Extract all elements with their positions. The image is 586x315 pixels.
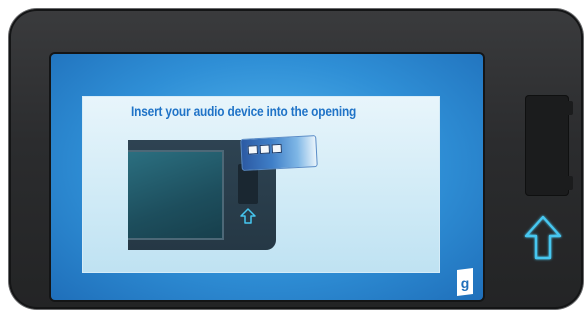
device-illustration-screen (128, 150, 224, 240)
card-chip (271, 143, 282, 154)
card-chip (259, 144, 271, 154)
slot-notch (565, 101, 573, 115)
card-chip (247, 145, 259, 155)
device-insert-slot[interactable] (525, 95, 573, 196)
audio-device-card-illustration (240, 135, 318, 171)
display-screen[interactable]: Insert your audio device into the openin… (51, 54, 483, 300)
arrow-up-icon[interactable] (522, 214, 564, 262)
arrow-up-icon (240, 208, 256, 224)
instruction-text: Insert your audio device into the openin… (131, 104, 357, 119)
brand-logo-icon: g (457, 268, 473, 296)
svg-text:g: g (461, 275, 470, 291)
slot-notch (565, 176, 573, 190)
instruction-panel: Insert your audio device into the openin… (82, 96, 440, 273)
kiosk-device-bezel: Insert your audio device into the openin… (9, 9, 583, 309)
